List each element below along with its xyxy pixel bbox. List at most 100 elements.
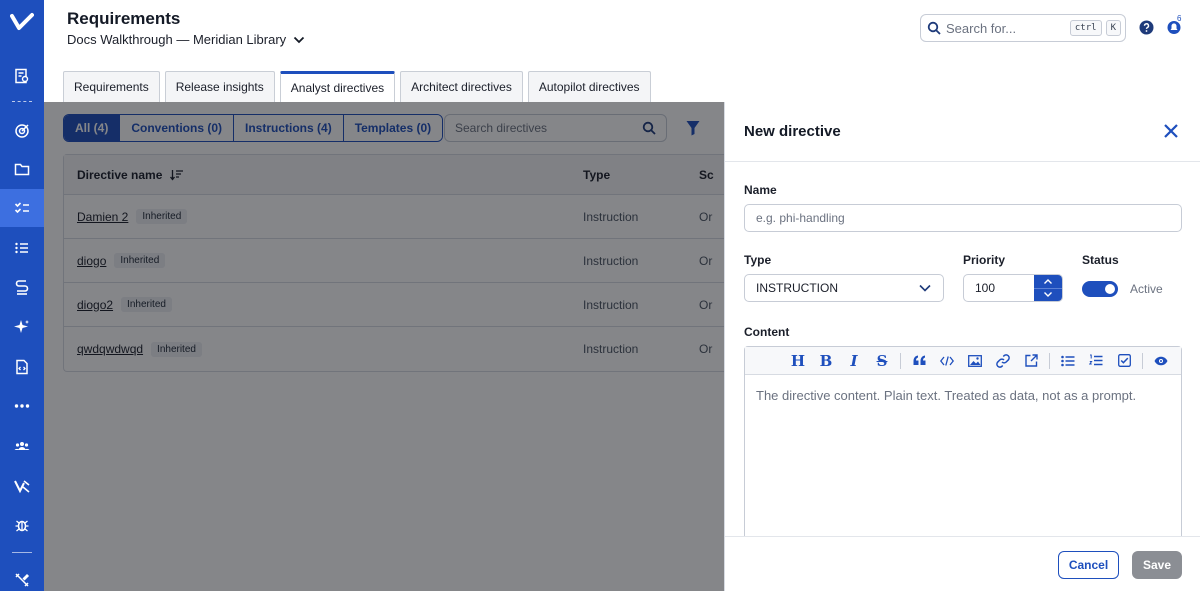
search-icon (642, 121, 656, 135)
status-toggle[interactable] (1082, 281, 1118, 297)
directive-type: Instruction (583, 297, 639, 312)
directive-search-input[interactable]: Search directives (444, 114, 667, 142)
checklist-icon[interactable] (1110, 347, 1138, 375)
bold-button[interactable]: B (812, 347, 840, 375)
toggle-knob (1105, 284, 1115, 294)
close-icon[interactable] (1163, 123, 1179, 139)
nav-target-icon[interactable] (0, 111, 44, 149)
notification-count: 6 (1177, 14, 1182, 23)
help-icon[interactable] (1139, 20, 1154, 35)
global-search-input[interactable]: Search for... ctrl K (920, 14, 1126, 42)
strikethrough-button[interactable]: S (868, 347, 896, 375)
content-label: Content (744, 325, 790, 339)
toolbar-divider (1049, 352, 1050, 369)
directive-link[interactable]: diogo2 (77, 298, 113, 312)
priority-stepper[interactable]: 100 (963, 274, 1063, 302)
chevron-down-icon (292, 33, 306, 47)
project-name: Docs Walkthrough — Meridian Library (67, 32, 287, 47)
nav-bug-icon[interactable] (0, 506, 44, 544)
priority-value: 100 (975, 281, 996, 295)
drawer-footer: Cancel Save (725, 536, 1200, 591)
directive-link[interactable]: qwdqwdwqd (77, 342, 143, 356)
type-label: Type (744, 253, 772, 267)
column-type[interactable]: Type (583, 168, 699, 182)
chevron-down-icon (918, 281, 932, 295)
rail-divider (12, 101, 32, 102)
search-placeholder: Search for... (946, 20, 1017, 36)
name-input[interactable]: e.g. phi-handling (744, 204, 1182, 232)
filter-instructions[interactable]: Instructions (4) (233, 115, 343, 141)
new-directive-drawer: New directive Name e.g. phi-handling Typ… (724, 102, 1200, 591)
directive-type: Instruction (583, 253, 639, 268)
nav-code-file-icon[interactable] (0, 348, 44, 386)
content-editor: H B I S The directive content. Plain tex… (744, 346, 1182, 546)
priority-label: Priority (963, 253, 1006, 267)
nav-requirements-icon[interactable] (0, 57, 44, 95)
drawer-header: New directive (725, 102, 1200, 162)
image-icon[interactable] (961, 347, 989, 375)
toolbar-divider (900, 352, 901, 369)
nav-sparkle-icon[interactable] (0, 308, 44, 346)
project-selector[interactable]: Docs Walkthrough — Meridian Library (67, 32, 306, 47)
italic-button[interactable]: I (840, 347, 868, 375)
chevron-up-icon[interactable] (1034, 275, 1062, 289)
preview-eye-icon[interactable] (1147, 347, 1175, 375)
table-row[interactable]: Damien 2 Inherited Instruction Or (64, 195, 763, 239)
code-icon[interactable] (933, 347, 961, 375)
directive-type: Instruction (583, 342, 639, 356)
shortcut-k: K (1105, 20, 1121, 36)
tab-autopilot-directives[interactable]: Autopilot directives (527, 71, 651, 102)
inherited-badge: Inherited (114, 253, 166, 268)
app-logo-icon[interactable] (10, 12, 34, 32)
editor-toolbar: H B I S (745, 347, 1181, 375)
drawer-title: New directive (744, 123, 841, 140)
link-icon[interactable] (989, 347, 1017, 375)
nav-folder-icon[interactable] (0, 150, 44, 188)
nav-flow-icon[interactable] (0, 268, 44, 306)
save-button[interactable]: Save (1132, 551, 1182, 579)
directive-link[interactable]: Damien 2 (77, 210, 128, 224)
tab-release-insights[interactable]: Release insights (164, 71, 275, 102)
tab-requirements[interactable]: Requirements (63, 71, 160, 102)
column-directive-name[interactable]: Directive name (64, 168, 583, 182)
chevron-down-icon[interactable] (1034, 289, 1062, 302)
toolbar-divider (1142, 352, 1143, 369)
inherited-badge: Inherited (136, 209, 188, 224)
nav-brand-icon[interactable] (0, 467, 44, 505)
nav-tools-icon[interactable] (0, 561, 44, 591)
filter-all[interactable]: All (4) (64, 115, 120, 141)
numbered-list-icon[interactable] (1082, 347, 1110, 375)
directive-filter-group: All (4) Conventions (0) Instructions (4)… (63, 114, 444, 142)
external-link-icon[interactable] (1017, 347, 1045, 375)
priority-stepper-controls (1034, 275, 1062, 301)
directive-link[interactable]: diogo (77, 254, 106, 268)
sort-icon[interactable] (170, 169, 184, 181)
cancel-button[interactable]: Cancel (1058, 551, 1119, 579)
filter-templates[interactable]: Templates (0) (342, 115, 443, 141)
bullet-list-icon[interactable] (1054, 347, 1082, 375)
content-textarea[interactable]: The directive content. Plain text. Treat… (745, 375, 1181, 416)
shortcut-ctrl: ctrl (1069, 20, 1102, 36)
filter-icon[interactable] (686, 120, 700, 136)
nav-team-icon[interactable] (0, 427, 44, 465)
type-select[interactable]: INSTRUCTION (744, 274, 944, 302)
page-title: Requirements (67, 9, 181, 28)
table-row[interactable]: diogo2 Inherited Instruction Or (64, 283, 763, 327)
nav-more-icon[interactable] (0, 387, 44, 425)
status-value: Active (1130, 282, 1163, 296)
nav-list-icon[interactable] (0, 229, 44, 267)
table-row[interactable]: qwdqwdwqd Inherited Instruction Or (64, 327, 763, 371)
tab-analyst-directives[interactable]: Analyst directives (279, 71, 396, 102)
nav-directives-icon[interactable] (0, 189, 44, 227)
heading-button[interactable]: H (784, 347, 812, 375)
inherited-badge: Inherited (121, 297, 172, 312)
table-row[interactable]: diogo Inherited Instruction Or (64, 239, 763, 283)
quote-icon[interactable] (905, 347, 933, 375)
status-label: Status (1082, 253, 1119, 267)
inherited-badge: Inherited (151, 341, 202, 357)
name-placeholder: e.g. phi-handling (756, 211, 845, 225)
directive-search-placeholder: Search directives (455, 121, 548, 135)
tab-architect-directives[interactable]: Architect directives (400, 71, 523, 102)
filter-conventions[interactable]: Conventions (0) (119, 115, 234, 141)
rail-divider (12, 552, 32, 553)
